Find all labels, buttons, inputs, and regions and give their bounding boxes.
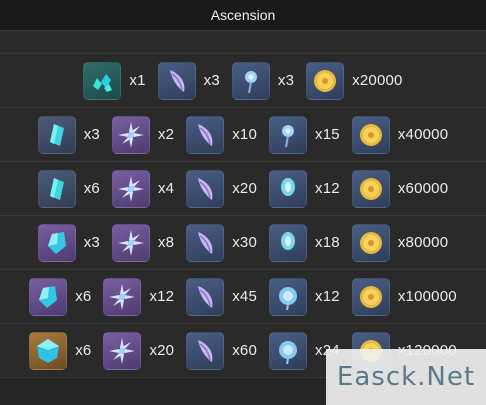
material-quantity: x6 (75, 342, 92, 359)
crystal-flower-icon (111, 223, 150, 262)
material-cell[interactable]: x3 (157, 61, 220, 100)
ascension-row: x3 x8 x30 x18 x80000 (0, 216, 486, 270)
material-cell[interactable]: x12 (103, 277, 175, 316)
material-cell[interactable]: x12 (269, 169, 340, 208)
material-quantity: x40000 (397, 126, 449, 143)
teal-gem-chunks-icon (83, 61, 122, 100)
material-cell[interactable]: x3 (37, 115, 100, 154)
crystal-flower-icon (103, 331, 142, 370)
material-cell[interactable]: x60000 (351, 169, 449, 208)
material-cell[interactable]: x6 (37, 169, 100, 208)
material-cell[interactable]: x100000 (351, 277, 457, 316)
material-quantity: x12 (315, 180, 340, 197)
purple-feather-icon (186, 115, 225, 154)
teal-gem-sliver-icon (37, 169, 76, 208)
material-quantity: x8 (157, 234, 175, 251)
purple-feather-icon (186, 223, 225, 262)
blue-flower-bud-icon (269, 169, 308, 208)
mora-coin-icon (351, 277, 390, 316)
material-cell[interactable]: x3 (37, 223, 100, 262)
ascension-row: x6 x4 x20 x12 x60000 (0, 162, 486, 216)
material-quantity: x2 (157, 126, 175, 143)
ascension-row: x3 x2 x10 x15 x40000 (0, 108, 486, 162)
material-cell[interactable]: x1 (83, 61, 146, 100)
blue-flower-icon (231, 61, 270, 100)
material-quantity: x20000 (352, 72, 403, 89)
material-quantity: x15 (315, 126, 340, 143)
teal-gem-sliver-icon (37, 115, 76, 154)
purple-feather-icon (186, 277, 225, 316)
material-quantity: x30 (232, 234, 258, 251)
material-quantity: x10 (232, 126, 258, 143)
material-cell[interactable]: x3 (231, 61, 295, 100)
material-cell[interactable]: x20000 (306, 61, 403, 100)
material-quantity: x45 (232, 288, 258, 305)
blue-flower-bud-icon (269, 223, 308, 262)
material-cell[interactable]: x20 (103, 331, 175, 370)
purple-feather-icon (186, 331, 225, 370)
blue-flower-bloom-icon (269, 331, 308, 370)
teal-gem-fragment-icon (37, 223, 76, 262)
material-quantity: x3 (203, 72, 220, 89)
ascension-row: x6 x12 x45 x12 x100000 (0, 270, 486, 324)
teal-gem-fragment-icon (29, 277, 68, 316)
crystal-flower-icon (103, 277, 142, 316)
material-cell[interactable]: x80000 (351, 223, 449, 262)
material-cell[interactable]: x4 (111, 169, 175, 208)
teal-gem-icon (29, 331, 68, 370)
material-cell[interactable]: x30 (186, 223, 258, 262)
material-cell[interactable]: x8 (111, 223, 175, 262)
material-cell[interactable]: x6 (29, 277, 92, 316)
material-cell[interactable]: x40000 (351, 115, 449, 154)
crystal-flower-icon (111, 115, 150, 154)
material-quantity: x3 (83, 126, 100, 143)
header-spacer (0, 31, 486, 54)
ascension-table: x1 x3 x3 x20000 x3 x2 x10 x15 x40000 x6 x4 x20 x12 x6… (0, 54, 486, 378)
material-cell[interactable]: x18 (269, 223, 340, 262)
ascension-panel: Ascension x1 x3 x3 x20000 x3 x2 x10 x15 x40000 x6… (0, 0, 486, 405)
blue-flower-bloom-icon (269, 277, 308, 316)
material-quantity: x18 (315, 234, 340, 251)
material-quantity: x12 (315, 288, 340, 305)
material-quantity: x100000 (397, 288, 457, 305)
material-cell[interactable]: x20 (186, 169, 258, 208)
material-cell[interactable]: x15 (269, 115, 340, 154)
material-quantity: x3 (83, 234, 100, 251)
material-quantity: x60000 (397, 180, 449, 197)
material-cell[interactable]: x60 (186, 331, 258, 370)
material-cell[interactable]: x6 (29, 331, 92, 370)
mora-coin-icon (306, 61, 345, 100)
ascension-row: x1 x3 x3 x20000 (0, 54, 486, 108)
purple-feather-icon (186, 169, 225, 208)
material-quantity: x6 (83, 180, 100, 197)
material-quantity: x1 (129, 72, 146, 89)
material-quantity: x20 (232, 180, 258, 197)
mora-coin-icon (351, 169, 390, 208)
crystal-flower-icon (111, 169, 150, 208)
material-quantity: x20 (149, 342, 175, 359)
mora-coin-icon (351, 223, 390, 262)
material-quantity: x6 (75, 288, 92, 305)
material-quantity: x60 (232, 342, 258, 359)
mora-coin-icon (351, 115, 390, 154)
blue-flower-icon (269, 115, 308, 154)
purple-feather-icon (157, 61, 196, 100)
panel-title: Ascension (0, 0, 486, 31)
material-quantity: x4 (157, 180, 175, 197)
material-cell[interactable]: x12 (269, 277, 340, 316)
watermark-logo: Easck.Net (326, 349, 486, 405)
material-cell[interactable]: x10 (186, 115, 258, 154)
material-quantity: x12 (149, 288, 175, 305)
material-cell[interactable]: x2 (111, 115, 175, 154)
material-cell[interactable]: x45 (186, 277, 258, 316)
material-quantity: x80000 (397, 234, 449, 251)
material-quantity: x3 (277, 72, 295, 89)
